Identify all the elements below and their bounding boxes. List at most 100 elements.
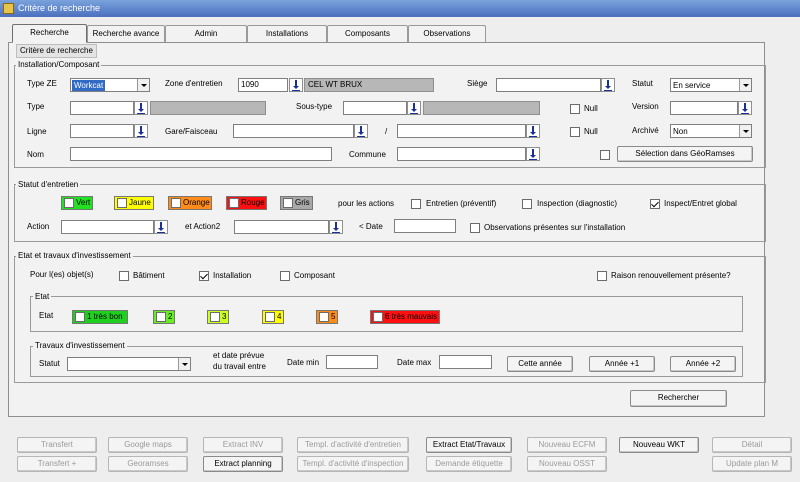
chevron-down-icon[interactable] bbox=[178, 358, 190, 370]
etat-level-5[interactable]: 5 bbox=[316, 310, 338, 324]
templ-entretien-button[interactable]: Templ. d'activité d'entretien bbox=[297, 437, 409, 453]
transfert-button[interactable]: Transfert bbox=[17, 437, 97, 453]
installation-checkbox[interactable] bbox=[199, 271, 209, 281]
extract-etat-travaux-button[interactable]: Extract Etat/Travaux bbox=[426, 437, 512, 453]
version-lookup-button[interactable] bbox=[738, 101, 752, 115]
batiment-checkbox[interactable] bbox=[119, 271, 129, 281]
tab-composants[interactable]: Composants bbox=[327, 25, 408, 42]
commune-input[interactable] bbox=[397, 147, 526, 161]
cette-annee-button[interactable]: Cette année bbox=[507, 356, 573, 372]
nouveau-wkt-button[interactable]: Nouveau WKT bbox=[619, 437, 699, 453]
version-input[interactable] bbox=[670, 101, 738, 115]
null-checkbox-1[interactable] bbox=[570, 104, 580, 114]
tab-admin[interactable]: Admin bbox=[165, 25, 247, 42]
action-lookup-button[interactable] bbox=[154, 220, 168, 234]
etat-level-5-checkbox[interactable] bbox=[319, 312, 329, 322]
type-ze-select[interactable]: Workcat bbox=[70, 78, 150, 92]
version-label: Version bbox=[632, 102, 659, 111]
gare-lookup-button[interactable] bbox=[354, 124, 368, 138]
statut-orange-checkbox[interactable] bbox=[171, 198, 181, 208]
statut-orange[interactable]: Orange bbox=[168, 196, 212, 210]
date-input[interactable] bbox=[394, 219, 456, 233]
entretien-label: Entretien (préventif) bbox=[426, 199, 497, 208]
soustype-label: Sous-type bbox=[296, 102, 333, 111]
window-title: Critère de recherche bbox=[18, 3, 101, 13]
update-plan-m-button[interactable]: Update plan M bbox=[712, 456, 792, 472]
faisceau-input[interactable] bbox=[397, 124, 526, 138]
tab-recherche-avance[interactable]: Recherche avance bbox=[87, 25, 165, 42]
travaux-statut-select[interactable] bbox=[67, 357, 191, 371]
etat-level-1[interactable]: 1 très bon bbox=[72, 310, 128, 324]
etat-level-3[interactable]: 3 bbox=[207, 310, 229, 324]
statut-rouge[interactable]: Rouge bbox=[226, 196, 267, 210]
nouveau-osst-button[interactable]: Nouveau OSST bbox=[527, 456, 607, 472]
type-lookup-button[interactable] bbox=[134, 101, 148, 115]
rechercher-button[interactable]: Rechercher bbox=[630, 390, 727, 407]
etat-level-6[interactable]: 6 très mauvais bbox=[370, 310, 440, 324]
etat-level-6-checkbox[interactable] bbox=[373, 312, 383, 322]
statut-jaune-checkbox[interactable] bbox=[117, 198, 127, 208]
transfert-plus-button[interactable]: Transfert + bbox=[17, 456, 97, 472]
date-max-input[interactable] bbox=[439, 355, 492, 369]
etat-level-1-checkbox[interactable] bbox=[75, 312, 85, 322]
soustype-input[interactable] bbox=[343, 101, 407, 115]
chevron-down-icon[interactable] bbox=[739, 79, 751, 91]
archive-select[interactable]: Non bbox=[670, 124, 752, 138]
siege-input[interactable] bbox=[496, 78, 601, 92]
action2-input[interactable] bbox=[234, 220, 329, 234]
detail-button[interactable]: Détail bbox=[712, 437, 792, 453]
ligne-lookup-button[interactable] bbox=[134, 124, 148, 138]
inspection-label: Inspection (diagnostic) bbox=[537, 199, 618, 208]
statut-rouge-checkbox[interactable] bbox=[229, 198, 239, 208]
statut-gris[interactable]: Gris bbox=[280, 196, 313, 210]
siege-lookup-button[interactable] bbox=[601, 78, 615, 92]
extract-inv-button[interactable]: Extract INV bbox=[203, 437, 283, 453]
nom-input[interactable] bbox=[70, 147, 332, 161]
annee-plus2-button[interactable]: Année +2 bbox=[670, 356, 736, 372]
action-input[interactable] bbox=[61, 220, 154, 234]
chevron-down-icon[interactable] bbox=[739, 125, 751, 137]
soustype-lookup-button[interactable] bbox=[407, 101, 421, 115]
annee-plus1-button[interactable]: Année +1 bbox=[589, 356, 655, 372]
tab-installations[interactable]: Installations bbox=[247, 25, 327, 42]
inspect-global-checkbox[interactable] bbox=[650, 199, 660, 209]
etat-level-4-checkbox[interactable] bbox=[265, 312, 275, 322]
zone-label: Zone d'entretien bbox=[165, 79, 223, 88]
zone-code-input[interactable]: 1090 bbox=[238, 78, 288, 92]
action-label: Action bbox=[27, 222, 50, 231]
statut-vert-checkbox[interactable] bbox=[64, 198, 74, 208]
faisceau-lookup-button[interactable] bbox=[526, 124, 540, 138]
composant-checkbox[interactable] bbox=[280, 271, 290, 281]
type-input[interactable] bbox=[70, 101, 134, 115]
statut-jaune[interactable]: Jaune bbox=[114, 196, 154, 210]
raison-checkbox[interactable] bbox=[597, 271, 607, 281]
entretien-checkbox[interactable] bbox=[411, 199, 421, 209]
statut-gris-checkbox[interactable] bbox=[283, 198, 293, 208]
null-checkbox-2[interactable] bbox=[570, 127, 580, 137]
ligne-input[interactable] bbox=[70, 124, 134, 138]
observations-checkbox[interactable] bbox=[470, 223, 480, 233]
google-maps-button[interactable]: Google maps bbox=[108, 437, 188, 453]
etat-level-4[interactable]: 4 bbox=[262, 310, 284, 324]
tab-observations[interactable]: Observations bbox=[408, 25, 486, 42]
gare-input[interactable] bbox=[233, 124, 354, 138]
georamses-button[interactable]: Georamses bbox=[108, 456, 188, 472]
action2-lookup-button[interactable] bbox=[329, 220, 343, 234]
inspection-checkbox[interactable] bbox=[522, 199, 532, 209]
georamses-selection-button[interactable]: Sélection dans GéoRamses bbox=[617, 146, 753, 162]
georamses-checkbox[interactable] bbox=[600, 150, 610, 160]
statut-select[interactable]: En service bbox=[670, 78, 752, 92]
etat-level-3-checkbox[interactable] bbox=[210, 312, 220, 322]
templ-inspection-button[interactable]: Templ. d'activité d'inspection bbox=[297, 456, 409, 472]
date-min-input[interactable] bbox=[326, 355, 378, 369]
statut-vert[interactable]: Vert bbox=[61, 196, 93, 210]
etat-level-2[interactable]: 2 bbox=[153, 310, 175, 324]
chevron-down-icon[interactable] bbox=[137, 79, 149, 91]
zone-lookup-button[interactable] bbox=[289, 78, 303, 92]
tab-recherche[interactable]: Recherche bbox=[12, 24, 87, 43]
demande-etiquette-button[interactable]: Demande étiquette bbox=[426, 456, 512, 472]
commune-lookup-button[interactable] bbox=[526, 147, 540, 161]
extract-planning-button[interactable]: Extract planning bbox=[203, 456, 283, 472]
etat-level-2-checkbox[interactable] bbox=[156, 312, 166, 322]
nouveau-ecfm-button[interactable]: Nouveau ECFM bbox=[527, 437, 607, 453]
